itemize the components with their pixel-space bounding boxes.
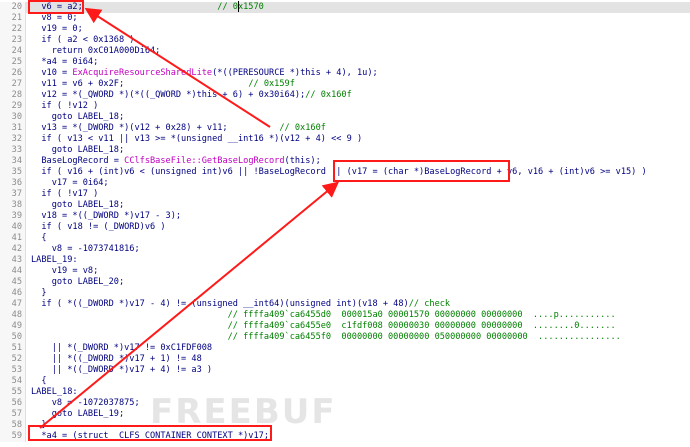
annotation-arrows [39,7,340,429]
watermark-logo: FREEBUF [150,392,337,432]
arrow-to-v6-box [84,7,271,128]
